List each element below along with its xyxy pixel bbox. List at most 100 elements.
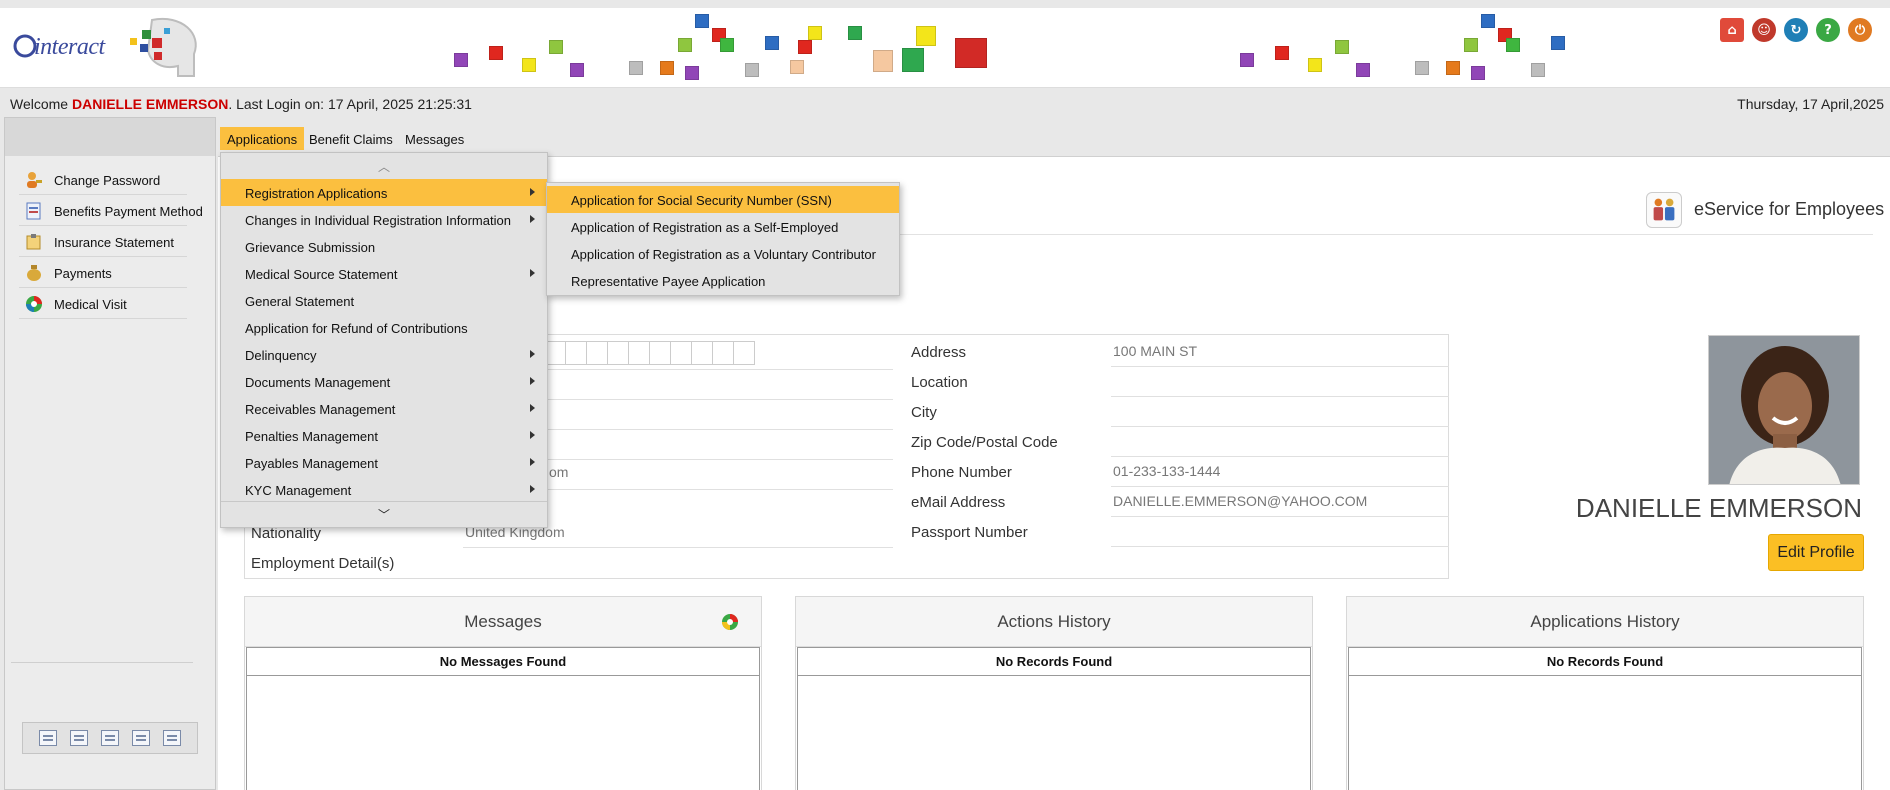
row-divider (463, 547, 893, 548)
menu-item-label: Grievance Submission (245, 240, 376, 255)
statement-icon (26, 234, 41, 250)
current-date: Thursday, 17 April,2025 (1737, 96, 1884, 112)
widget-title: Messages (464, 611, 542, 631)
layout-icon[interactable] (100, 730, 119, 746)
tab-benefit-claims[interactable]: Benefit Claims (302, 127, 400, 150)
row-divider (1111, 486, 1449, 487)
applications-dropdown-menu: ︿ Registration Applications Changes in I… (220, 152, 548, 528)
widget-title: Applications History (1530, 611, 1680, 631)
home-icon[interactable]: ⌂ (1720, 18, 1744, 42)
submenu-item-representative-payee[interactable]: Representative Payee Application (547, 267, 899, 294)
sidebar-item-payments[interactable]: Payments (19, 257, 187, 288)
ssn-digit-boxes (544, 341, 755, 365)
widget-body: No Records Found (1348, 647, 1862, 790)
sidebar-item-change-password[interactable]: Change Password (19, 164, 187, 195)
add-message-icon[interactable] (721, 613, 739, 631)
welcome-username: DANIELLE EMMERSON (71, 96, 229, 112)
sidebar-item-benefits-payment-method[interactable]: Benefits Payment Method (19, 195, 203, 226)
logo-head-icon (130, 17, 197, 77)
submenu-arrow-icon (530, 377, 535, 385)
submenu-item-ssn-application[interactable]: Application for Social Security Number (… (547, 186, 899, 213)
welcome-bar: Welcome DANIELLE EMMERSON. Last Login on… (0, 93, 1890, 115)
menu-item-penalties-management[interactable]: Penalties Management (221, 422, 547, 449)
logout-icon[interactable]: ⏻ (1848, 18, 1872, 42)
menu-item-changes-registration-info[interactable]: Changes in Individual Registration Infor… (221, 206, 547, 233)
menu-item-label: Receivables Management (245, 402, 396, 417)
profile-photo (1708, 335, 1860, 485)
menu-item-label: Delinquency (245, 348, 317, 363)
service-title: eService for Employees (1694, 199, 1885, 219)
row-divider (1111, 426, 1449, 427)
sidebar-divider (11, 662, 193, 663)
menu-item-label: Medical Source Statement (245, 267, 398, 282)
refresh-icon[interactable]: ↻ (1784, 18, 1808, 42)
menu-item-grievance-submission[interactable]: Grievance Submission (221, 233, 547, 260)
menu-item-medical-source-statement[interactable]: Medical Source Statement (221, 260, 547, 287)
widget-title: Actions History (997, 611, 1111, 631)
app-window: interact ⌂ ☺ ↻ ? ⏻ Welcome DANIELLE EMME… (0, 0, 1890, 790)
money-bag-icon (27, 265, 41, 281)
menu-item-label: Penalties Management (245, 429, 378, 444)
menu-item-label: Documents Management (245, 375, 391, 390)
empty-state: No Messages Found (247, 648, 759, 676)
sidebar-item-label: Benefits Payment Method (54, 204, 203, 219)
zip-code-label: Zip Code/Postal Code (911, 434, 1058, 451)
scroll-up-icon[interactable]: ︿ (221, 153, 547, 179)
layout-icon[interactable] (70, 730, 89, 746)
submenu-item-self-employed-registration[interactable]: Application of Registration as a Self-Em… (547, 213, 899, 240)
sidebar-item-insurance-statement[interactable]: Insurance Statement (19, 226, 187, 257)
menu-item-refund-of-contributions[interactable]: Application for Refund of Contributions (221, 314, 547, 341)
empty-state: No Records Found (798, 648, 1310, 676)
last-login: . Last Login on: 17 April, 2025 21:25:31 (228, 96, 472, 112)
menu-item-label: Registration Applications (245, 186, 388, 201)
user-icon[interactable]: ☺ (1752, 18, 1776, 42)
sidebar-item-label: Payments (54, 266, 112, 281)
help-icon[interactable]: ? (1816, 18, 1840, 42)
email-value: DANIELLE.EMMERSON@YAHOO.COM (1113, 493, 1368, 509)
logo-text: interact (34, 34, 105, 60)
sidebar-item-medical-visit[interactable]: Medical Visit (19, 288, 187, 319)
layout-icon[interactable] (39, 730, 58, 746)
widget-header: Applications History (1347, 597, 1863, 647)
sidebar-toolbar (22, 722, 198, 754)
key-user-icon (27, 172, 42, 188)
phone-number-label: Phone Number (911, 464, 1012, 481)
menu-item-delinquency[interactable]: Delinquency (221, 341, 547, 368)
row-divider (1111, 456, 1449, 457)
submenu-arrow-icon (530, 215, 535, 223)
menu-item-kyc-management[interactable]: KYC Management (221, 476, 547, 503)
medical-icon (26, 296, 42, 312)
row-divider (1111, 516, 1449, 517)
tab-messages[interactable]: Messages (398, 127, 471, 150)
menu-item-payables-management[interactable]: Payables Management (221, 449, 547, 476)
sidebar-header (5, 118, 215, 156)
tab-applications[interactable]: Applications (220, 127, 305, 150)
menu-item-registration-applications[interactable]: Registration Applications (221, 179, 547, 206)
scroll-down-icon[interactable]: ﹀ (221, 501, 547, 527)
menu-item-general-statement[interactable]: General Statement (221, 287, 547, 314)
menu-item-documents-management[interactable]: Documents Management (221, 368, 547, 395)
left-sidebar: Change Password Benefits Payment Method … (4, 117, 216, 790)
submenu-arrow-icon (530, 188, 535, 196)
layout-icon[interactable] (131, 730, 150, 746)
submenu-arrow-icon (530, 269, 535, 277)
widget-body: No Messages Found (246, 647, 760, 790)
row-divider (1111, 396, 1449, 397)
menu-item-receivables-management[interactable]: Receivables Management (221, 395, 547, 422)
layout-icon[interactable] (162, 730, 181, 746)
avatar (1709, 336, 1859, 484)
edit-profile-button[interactable]: Edit Profile (1768, 534, 1864, 571)
menu-bar: Applications Benefit Claims Messages (218, 117, 1890, 157)
email-label: eMail Address (911, 494, 1006, 511)
submenu-arrow-icon (530, 431, 535, 439)
submenu-item-voluntary-contributor-registration[interactable]: Application of Registration as a Volunta… (547, 240, 899, 267)
city-label: City (911, 404, 937, 421)
interact-logo[interactable]: interact (12, 17, 212, 88)
submenu-arrow-icon (530, 404, 535, 412)
submenu-arrow-icon (530, 458, 535, 466)
sidebar-item-label: Medical Visit (54, 297, 127, 312)
address-value: 100 MAIN ST (1113, 343, 1198, 359)
employees-icon (1646, 192, 1682, 228)
sidebar-item-label: Insurance Statement (54, 235, 174, 250)
submenu-arrow-icon (530, 485, 535, 493)
